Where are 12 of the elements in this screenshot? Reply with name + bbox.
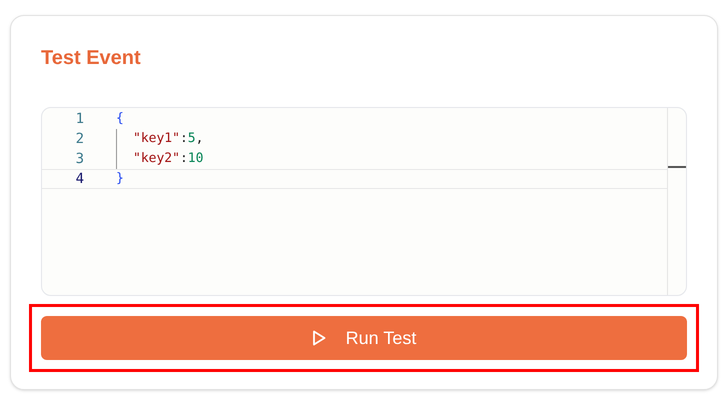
play-icon [312, 330, 326, 346]
scrollbar[interactable] [667, 108, 686, 295]
code-line: "key1":5, [116, 129, 204, 149]
line-number: 2 [74, 130, 84, 148]
line-number: 4 [74, 170, 84, 188]
code-editor[interactable]: 1 { 2 "key1":5, 3 "key2":10 4 } [41, 107, 687, 296]
line-number: 1 [74, 110, 84, 128]
code-line: } [116, 170, 124, 188]
code-line: "key2":10 [116, 149, 204, 169]
line-number: 3 [74, 150, 84, 168]
section-title: Test Event [41, 46, 142, 71]
code-line: { [116, 110, 124, 128]
